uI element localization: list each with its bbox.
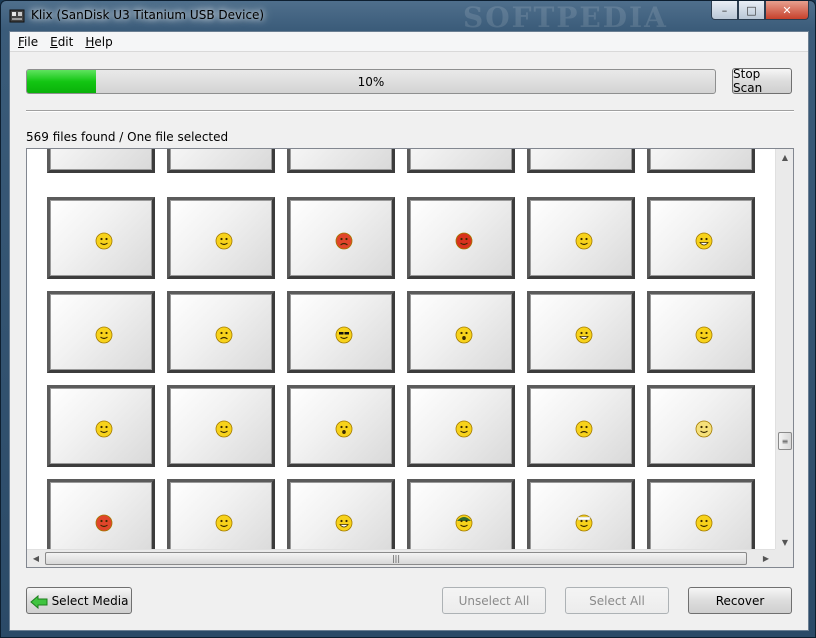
separator — [26, 110, 794, 112]
thumbnail-item[interactable] — [47, 291, 155, 373]
emoticon-icon — [335, 420, 353, 438]
thumbnail-item[interactable] — [287, 291, 395, 373]
thumbnail-item[interactable] — [527, 149, 635, 173]
thumbnail-item[interactable] — [167, 197, 275, 279]
thumbnail-item[interactable] — [527, 291, 635, 373]
emoticon-icon — [95, 232, 113, 250]
thumbnail-item[interactable] — [647, 197, 755, 279]
emoticon-icon — [215, 232, 233, 250]
vertical-scrollbar[interactable]: ▲ ≡ ▼ — [775, 149, 793, 551]
menu-edit[interactable]: Edit — [46, 35, 77, 49]
thumbnail-item[interactable] — [47, 149, 155, 173]
horizontal-scrollbar[interactable]: ◀ ||| ▶ — [27, 549, 775, 567]
menu-help[interactable]: Help — [81, 35, 116, 49]
emoticon-icon — [335, 326, 353, 344]
emoticon-icon — [455, 232, 473, 250]
thumbnail-item[interactable] — [527, 479, 635, 551]
emoticon-icon — [695, 420, 713, 438]
scroll-right-icon[interactable]: ▶ — [757, 550, 775, 567]
select-all-button[interactable]: Select All — [565, 587, 669, 614]
minimize-icon: – — [721, 3, 728, 17]
thumbnail-item[interactable] — [287, 197, 395, 279]
progress-label: 10% — [357, 74, 385, 89]
minimize-button[interactable]: – — [711, 1, 738, 20]
thumbnail-item[interactable] — [407, 291, 515, 373]
maximize-icon: □ — [746, 3, 757, 17]
recover-button[interactable]: Recover — [688, 587, 792, 614]
emoticon-icon — [215, 420, 233, 438]
thumbnail-item[interactable] — [287, 149, 395, 173]
thumbnail-item[interactable] — [527, 385, 635, 467]
scroll-up-icon[interactable]: ▲ — [776, 149, 793, 166]
thumbnail-item[interactable] — [287, 479, 395, 551]
thumbnail-item[interactable] — [167, 291, 275, 373]
thumbnail-item[interactable] — [647, 385, 755, 467]
window-title: Klix (SanDisk U3 Titanium USB Device) — [31, 8, 265, 22]
thumbnail-item[interactable] — [167, 479, 275, 551]
stop-scan-button[interactable]: Stop Scan — [732, 67, 792, 95]
app-window: Klix (SanDisk U3 Titanium USB Device) SO… — [0, 0, 816, 638]
close-button[interactable]: ✕ — [765, 1, 809, 20]
thumbnail-grid — [27, 149, 768, 551]
emoticon-icon — [95, 420, 113, 438]
thumbnail-item[interactable] — [527, 197, 635, 279]
emoticon-icon — [215, 326, 233, 344]
thumbnail-item[interactable] — [407, 479, 515, 551]
thumbnail-item[interactable] — [47, 479, 155, 551]
emoticon-icon — [215, 514, 233, 532]
maximize-button[interactable]: □ — [738, 1, 765, 20]
emoticon-icon — [575, 420, 593, 438]
thumbnail-item[interactable] — [47, 385, 155, 467]
thumbnail-item[interactable] — [407, 385, 515, 467]
thumbnail-item[interactable] — [647, 291, 755, 373]
emoticon-icon — [95, 514, 113, 532]
horizontal-scroll-thumb[interactable]: ||| — [45, 552, 747, 565]
emoticon-icon — [95, 326, 113, 344]
menu-file[interactable]: File — [14, 35, 42, 49]
scan-progress-bar: 10% — [26, 69, 716, 94]
vertical-scroll-thumb[interactable]: ≡ — [778, 432, 792, 450]
thumbnail-item[interactable] — [407, 197, 515, 279]
thumbnail-item[interactable] — [407, 149, 515, 173]
select-media-button[interactable]: Select Media — [26, 587, 132, 614]
thumbnail-item[interactable] — [167, 385, 275, 467]
title-bar[interactable]: Klix (SanDisk U3 Titanium USB Device) SO… — [1, 1, 815, 34]
status-text: 569 files found / One file selected — [26, 130, 229, 144]
thumbnail-item[interactable] — [287, 385, 395, 467]
klix-app-icon — [9, 9, 25, 23]
emoticon-icon — [455, 420, 473, 438]
emoticon-icon — [695, 326, 713, 344]
emoticon-icon — [335, 232, 353, 250]
emoticon-icon — [575, 326, 593, 344]
thumbnail-item[interactable] — [647, 149, 755, 173]
thumbnail-item[interactable] — [47, 197, 155, 279]
emoticon-icon — [455, 326, 473, 344]
unselect-all-button[interactable]: Unselect All — [442, 587, 546, 614]
thumbnail-item[interactable] — [647, 479, 755, 551]
scroll-left-icon[interactable]: ◀ — [27, 550, 45, 567]
emoticon-icon — [455, 514, 473, 532]
emoticon-icon — [695, 514, 713, 532]
emoticon-icon — [575, 514, 593, 532]
close-icon: ✕ — [782, 3, 792, 17]
select-media-label: Select Media — [51, 593, 129, 608]
emoticon-icon — [695, 232, 713, 250]
thumbnail-viewer: ▲ ≡ ▼ ◀ ||| ▶ — [26, 148, 794, 568]
emoticon-icon — [335, 514, 353, 532]
scroll-corner — [775, 549, 793, 567]
window-controls: – □ ✕ — [711, 1, 809, 20]
menu-bar: File Edit Help — [10, 32, 808, 52]
emoticon-icon — [575, 232, 593, 250]
softpedia-watermark: SOFTPEDIA — [463, 1, 668, 34]
thumbnail-item[interactable] — [167, 149, 275, 173]
green-arrow-left-icon — [29, 594, 48, 609]
client-area: File Edit Help 10% Stop Scan 569 files f… — [9, 31, 809, 631]
